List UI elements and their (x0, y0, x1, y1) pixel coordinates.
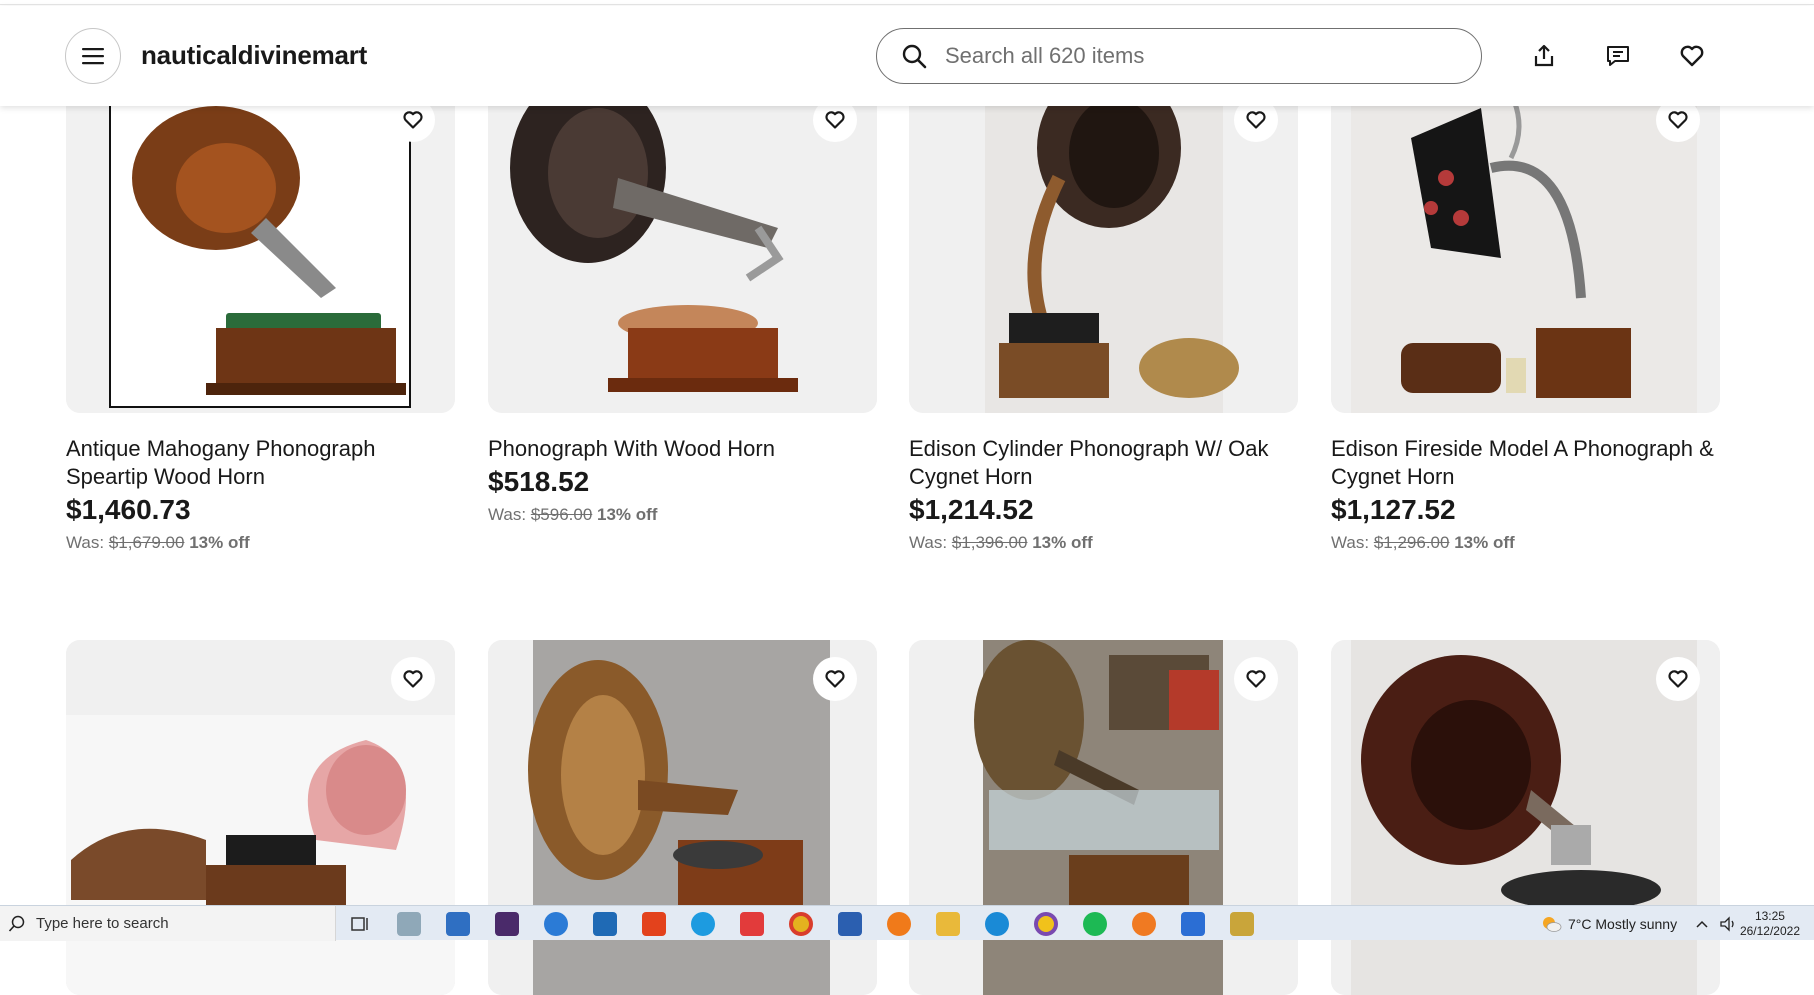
watch-heart-icon[interactable] (1656, 657, 1700, 701)
listing-card[interactable] (1331, 640, 1720, 995)
listing-image[interactable] (488, 640, 877, 995)
clock-date: 26/12/2022 (1739, 924, 1800, 938)
top-border (0, 0, 1814, 5)
search-icon (8, 915, 25, 932)
listing-image[interactable] (66, 640, 455, 995)
listing-title[interactable]: Edison Fireside Model A Phonograph & Cyg… (1331, 435, 1720, 491)
vlc-icon[interactable] (1132, 912, 1156, 936)
clock-time: 13:25 (1754, 909, 1785, 923)
listing-image[interactable] (66, 58, 455, 413)
firefox-icon[interactable] (887, 912, 911, 936)
save-seller-heart-icon[interactable] (1678, 42, 1706, 70)
watch-heart-icon[interactable] (1234, 657, 1278, 701)
listing-card[interactable] (909, 640, 1298, 995)
chevron-up-icon[interactable] (1695, 906, 1709, 941)
store-header: nauticaldivinemart (0, 6, 1814, 106)
listing-price: $1,127.52 (1331, 494, 1456, 525)
listing-card[interactable]: Edison Fireside Model A Phonograph & Cyg… (1331, 58, 1720, 553)
listing-card[interactable] (488, 640, 877, 995)
listing-title[interactable]: Antique Mahogany Phonograph Speartip Woo… (66, 435, 455, 491)
listing-image[interactable] (488, 58, 877, 413)
app-icon[interactable] (495, 912, 519, 936)
paint-icon[interactable] (1230, 912, 1254, 936)
onedrive-icon[interactable] (544, 912, 568, 936)
share-icon[interactable] (1530, 42, 1558, 70)
image-app-icon[interactable] (593, 912, 617, 936)
taskbar-search[interactable]: Type here to search (0, 906, 336, 941)
vivaldi-icon[interactable] (740, 912, 764, 936)
spotify-icon[interactable] (1083, 912, 1107, 936)
search-icon (902, 44, 927, 69)
listing-was-price: Was: $1,679.00 13% off (66, 533, 250, 552)
listing-card[interactable] (66, 640, 455, 995)
volume-icon[interactable] (1718, 906, 1738, 941)
store-name[interactable]: nauticaldivinemart (141, 40, 367, 71)
listing-card[interactable]: Antique Mahogany Phonograph Speartip Woo… (66, 58, 455, 553)
menu-button[interactable] (65, 28, 121, 84)
listing-was-price: Was: $596.00 13% off (488, 505, 658, 524)
photos-icon[interactable] (397, 912, 421, 936)
listing-was-price: Was: $1,396.00 13% off (909, 533, 1093, 552)
search-input[interactable] (945, 43, 1465, 69)
file-explorer-icon[interactable] (936, 912, 960, 936)
edge-icon[interactable] (985, 912, 1009, 936)
chrome-canary-icon[interactable] (1034, 912, 1058, 936)
listing-image[interactable] (1331, 58, 1720, 413)
listing-price: $1,214.52 (909, 494, 1034, 525)
listing-image[interactable] (909, 640, 1298, 995)
store-search[interactable] (876, 28, 1482, 84)
watch-heart-icon[interactable] (391, 657, 435, 701)
listing-title[interactable]: Phonograph With Wood Horn (488, 435, 877, 463)
docs-icon[interactable] (1181, 912, 1205, 936)
weather-text: 7°C Mostly sunny (1568, 915, 1678, 932)
windows-taskbar: Type here to search 7°C Mostly sunny 13:… (0, 905, 1814, 941)
listing-image[interactable] (909, 58, 1298, 413)
message-icon[interactable] (1604, 42, 1632, 70)
listing-card[interactable]: Edison Cylinder Phonograph W/ Oak Cygnet… (909, 58, 1298, 553)
task-view-icon[interactable] (348, 912, 372, 936)
weather-widget[interactable]: 7°C Mostly sunny (1540, 906, 1677, 941)
system-clock[interactable]: 13:25 26/12/2022 (1740, 909, 1800, 939)
hamburger-icon (82, 48, 104, 65)
taskbar-search-placeholder[interactable]: Type here to search (36, 915, 169, 932)
office-icon[interactable] (642, 912, 666, 936)
listing-image[interactable] (1331, 640, 1720, 995)
watch-heart-icon[interactable] (813, 657, 857, 701)
listing-card[interactable]: Phonograph With Wood Horn $518.52 Was: $… (488, 58, 877, 525)
listing-price: $518.52 (488, 466, 590, 497)
sun-cloud-icon (1543, 916, 1562, 932)
chrome-icon[interactable] (789, 912, 813, 936)
mail-icon[interactable] (838, 912, 862, 936)
listing-price: $1,460.73 (66, 494, 191, 525)
listing-was-price: Was: $1,296.00 13% off (1331, 533, 1515, 552)
store-icon[interactable] (446, 912, 470, 936)
listing-title[interactable]: Edison Cylinder Phonograph W/ Oak Cygnet… (909, 435, 1298, 491)
skype-icon[interactable] (691, 912, 715, 936)
